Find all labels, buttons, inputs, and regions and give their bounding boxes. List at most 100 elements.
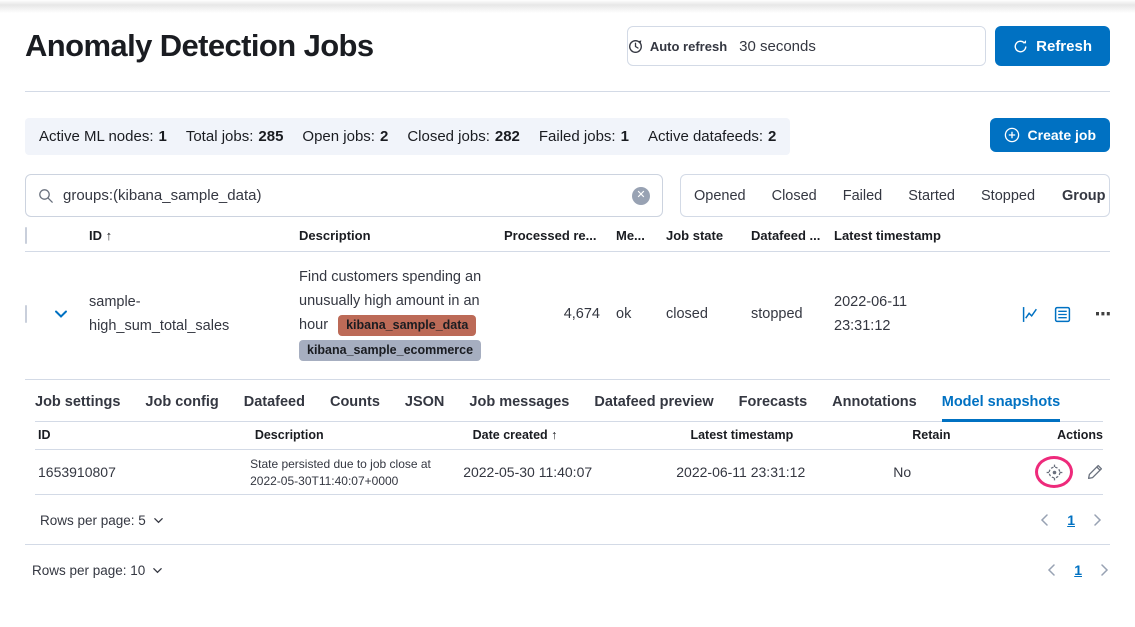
group-filter-button[interactable]: Group 1	[1048, 175, 1110, 216]
tab-job-config[interactable]: Job config	[145, 394, 218, 421]
job-processed-records: 4,674	[504, 306, 616, 322]
sort-asc-icon: ↑	[551, 428, 557, 442]
stat-active-ml-nodes: Active ML nodes:1	[39, 128, 167, 145]
anomaly-explorer-icon[interactable]	[1054, 306, 1071, 323]
filter-opened[interactable]: Opened	[681, 175, 759, 216]
chevron-down-icon	[152, 565, 163, 576]
job-id: sample-high_sum_total_sales	[89, 290, 269, 338]
filter-closed[interactable]: Closed	[759, 175, 830, 216]
search-input[interactable]	[63, 187, 623, 204]
tab-datafeed[interactable]: Datafeed	[244, 394, 305, 421]
detail-tabs: Job settings Job config Datafeed Counts …	[35, 380, 1103, 422]
snap-col-id: ID	[38, 428, 255, 442]
job-latest-timestamp: 2022-06-11 23:31:12	[834, 290, 942, 338]
tab-annotations[interactable]: Annotations	[832, 394, 917, 421]
jobs-col-datafeed[interactable]: Datafeed ...	[751, 228, 834, 243]
snap-col-date-created[interactable]: Date created ↑	[473, 428, 691, 442]
snapshots-table-header: ID Description Date created ↑ Latest tim…	[35, 422, 1103, 450]
refresh-interval-input[interactable]	[727, 27, 985, 65]
jobs-col-description[interactable]: Description	[299, 228, 504, 243]
row-actions-menu-icon[interactable]	[1096, 312, 1110, 316]
next-page-icon[interactable]	[1091, 514, 1103, 526]
snapshot-date-created: 2022-05-30 11:40:07	[463, 464, 676, 480]
snapshot-row: 1653910807 State persisted due to job cl…	[35, 450, 1103, 495]
refresh-button[interactable]: Refresh	[995, 26, 1110, 66]
prev-page-icon[interactable]	[1039, 514, 1051, 526]
stat-failed-jobs: Failed jobs:1	[539, 128, 629, 145]
row-checkbox[interactable]	[25, 305, 27, 323]
refresh-controls: Auto refresh Refresh	[627, 26, 1110, 66]
clock-icon	[628, 39, 643, 54]
refresh-label: Refresh	[1036, 38, 1092, 55]
plus-circle-icon	[1004, 127, 1020, 143]
snap-col-actions: Actions	[1057, 428, 1103, 442]
search-icon	[38, 188, 54, 204]
clear-search-icon[interactable]: ✕	[632, 187, 650, 205]
next-page-icon[interactable]	[1098, 564, 1110, 576]
page-title: Anomaly Detection Jobs	[25, 28, 374, 64]
job-detail-panel: Job settings Job config Datafeed Counts …	[25, 380, 1110, 544]
stats-row: Active ML nodes:1 Total jobs:285 Open jo…	[25, 118, 1110, 155]
tab-counts[interactable]: Counts	[330, 394, 380, 421]
auto-refresh-button[interactable]: Auto refresh	[628, 27, 727, 65]
stat-closed-jobs: Closed jobs:282	[407, 128, 520, 145]
stat-active-datafeeds: Active datafeeds:2	[648, 128, 776, 145]
tab-model-snapshots[interactable]: Model snapshots	[942, 394, 1060, 421]
snap-col-description: Description	[255, 428, 473, 442]
chevron-down-icon	[53, 306, 69, 322]
stat-open-jobs: Open jobs:2	[302, 128, 388, 145]
job-row: sample-high_sum_total_sales Find custome…	[25, 252, 1110, 380]
create-job-label: Create job	[1028, 127, 1096, 143]
snap-col-retain: Retain	[912, 428, 1057, 442]
snapshot-description: State persisted due to job close at 2022…	[250, 457, 431, 488]
edit-snapshot-icon[interactable]	[1087, 464, 1103, 480]
tab-job-settings[interactable]: Job settings	[35, 394, 120, 421]
prev-page-icon[interactable]	[1046, 564, 1058, 576]
tab-job-messages[interactable]: Job messages	[469, 394, 569, 421]
job-stats-bar: Active ML nodes:1 Total jobs:285 Open jo…	[25, 118, 790, 155]
page-number-1[interactable]: 1	[1067, 512, 1075, 528]
auto-refresh-group: Auto refresh	[627, 26, 986, 66]
create-job-button[interactable]: Create job	[990, 118, 1110, 152]
single-metric-viewer-icon[interactable]	[1022, 306, 1039, 323]
stat-total-jobs: Total jobs:285	[186, 128, 284, 145]
snap-col-latest-timestamp: Latest timestamp	[690, 428, 912, 442]
jobs-pagination: Rows per page: 10 1	[25, 545, 1110, 594]
group-filter-label: Group	[1062, 188, 1106, 204]
page-number-1[interactable]: 1	[1074, 562, 1082, 578]
jobs-col-latest-timestamp[interactable]: Latest timestamp	[834, 228, 942, 243]
tab-datafeed-preview[interactable]: Datafeed preview	[594, 394, 713, 421]
snapshot-retain: No	[893, 464, 1035, 480]
rows-per-page-5-button[interactable]: Rows per page: 5	[40, 513, 164, 528]
filter-started[interactable]: Started	[895, 175, 968, 216]
select-all-checkbox[interactable]	[25, 227, 27, 244]
sort-asc-icon: ↑	[106, 228, 113, 243]
filter-button-group: Opened Closed Failed Started Stopped Gro…	[680, 174, 1110, 217]
filter-failed[interactable]: Failed	[830, 175, 896, 216]
jobs-col-job-state[interactable]: Job state	[666, 228, 751, 243]
snapshots-pagination: Rows per page: 5 1	[35, 495, 1103, 544]
jobs-col-processed-records[interactable]: Processed re...	[504, 228, 616, 243]
top-shadow	[0, 0, 1135, 13]
jobs-col-memory[interactable]: Me...	[616, 228, 666, 243]
snapshot-latest-timestamp: 2022-06-11 23:31:12	[676, 464, 893, 480]
refresh-icon	[1013, 39, 1028, 54]
revert-snapshot-icon[interactable]	[1046, 464, 1063, 481]
jobs-table-header: ID ↑ Description Processed re... Me... J…	[25, 228, 1110, 252]
page-header: Anomaly Detection Jobs Auto refresh Refr…	[25, 13, 1110, 92]
collapse-row-button[interactable]	[53, 306, 69, 322]
search-box: ✕	[25, 174, 663, 217]
tab-forecasts[interactable]: Forecasts	[739, 394, 808, 421]
chevron-down-icon	[153, 515, 164, 526]
group-badge-kibana-sample-ecommerce[interactable]: kibana_sample_ecommerce	[299, 340, 481, 361]
job-description-cell: Find customers spending an unusually hig…	[299, 265, 504, 363]
tab-json[interactable]: JSON	[405, 394, 445, 421]
snapshot-id: 1653910807	[38, 464, 250, 480]
filter-stopped[interactable]: Stopped	[968, 175, 1048, 216]
search-filter-row: ✕ Opened Closed Failed Started Stopped G…	[25, 174, 1110, 217]
group-badge-kibana-sample-data[interactable]: kibana_sample_data	[338, 315, 476, 336]
rows-per-page-10-button[interactable]: Rows per page: 10	[32, 563, 163, 578]
jobs-col-id[interactable]: ID ↑	[89, 228, 299, 243]
job-memory-status: ok	[616, 306, 666, 322]
auto-refresh-label: Auto refresh	[650, 39, 727, 54]
